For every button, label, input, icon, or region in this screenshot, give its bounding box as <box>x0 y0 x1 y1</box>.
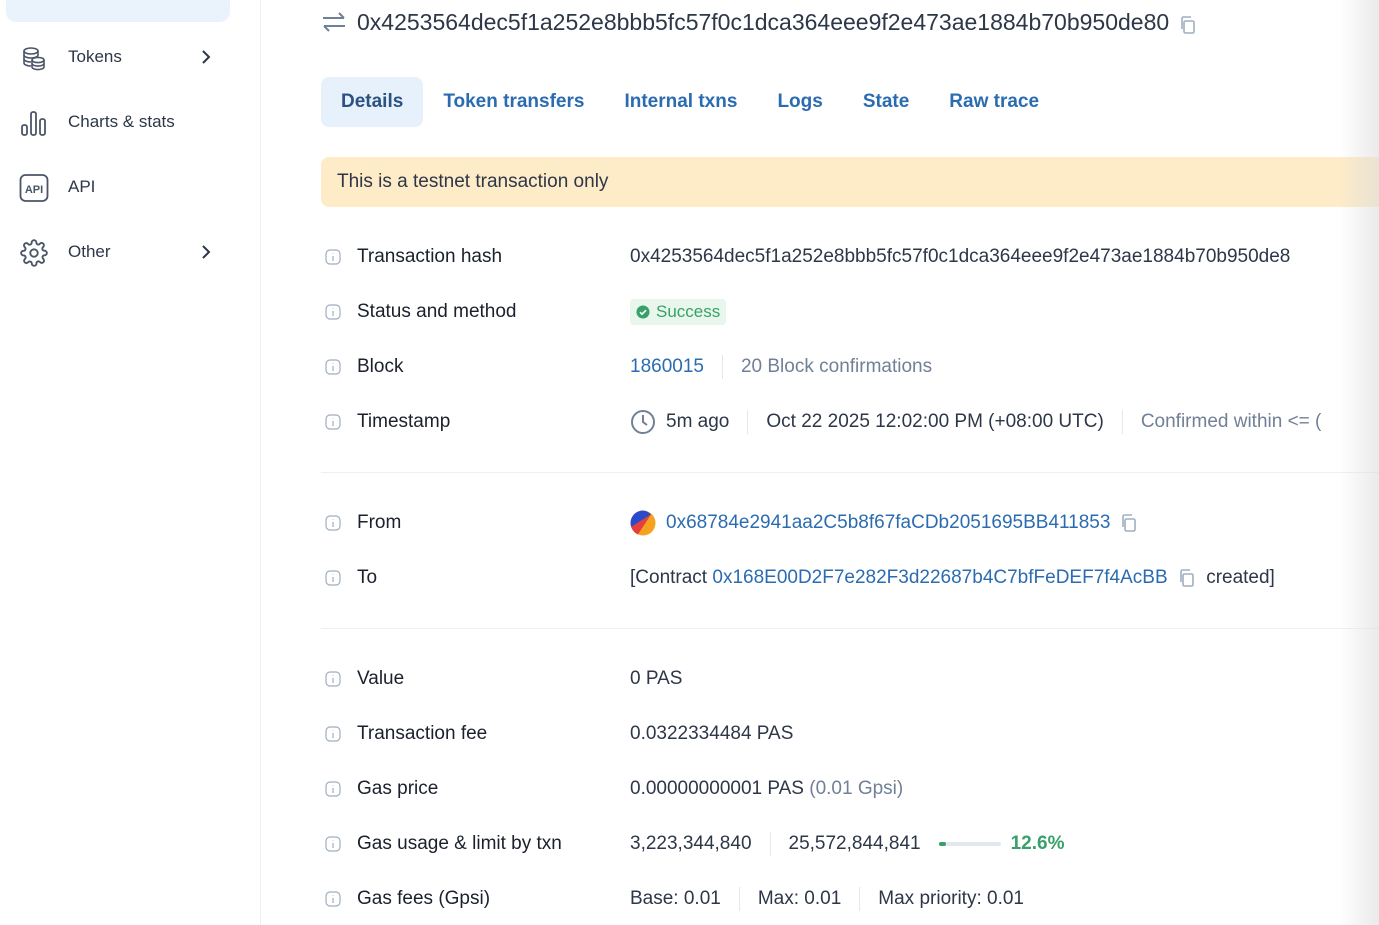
check-circle-icon <box>636 305 650 319</box>
info-icon[interactable] <box>325 359 341 375</box>
block-confirmations: 20 Block confirmations <box>740 356 933 377</box>
field-label: Gas usage & limit by txn <box>357 833 562 854</box>
info-icon[interactable] <box>325 891 341 907</box>
block-number-link[interactable]: 1860015 <box>630 356 704 378</box>
gas-price-amount: 0.00000000001 PAS <box>630 778 804 799</box>
field-label: From <box>357 512 402 533</box>
timestamp-ago: 5m ago <box>666 411 730 432</box>
info-icon[interactable] <box>325 515 341 531</box>
separator <box>1121 410 1123 434</box>
field-label: Value <box>357 668 405 689</box>
sidebar: Tokens Charts & stats API API Other <box>0 0 261 925</box>
separator <box>859 887 861 911</box>
sidebar-item-tokens[interactable]: Tokens <box>0 37 240 77</box>
chevron-right-icon <box>196 242 216 262</box>
gas-fees-wrap: Base: 0.01 Max: 0.01 Max priority: 0.01 <box>630 887 1024 911</box>
chevron-right-icon <box>196 47 216 67</box>
gas-base: Base: 0.01 <box>630 888 721 909</box>
info-icon[interactable] <box>325 414 341 430</box>
separator <box>769 832 771 856</box>
tab-bar: Details Token transfers Internal txns Lo… <box>321 77 1059 127</box>
copy-icon[interactable] <box>1120 514 1138 532</box>
gas-max-priority: Max priority: 0.01 <box>878 888 1025 909</box>
copy-icon[interactable] <box>1179 13 1197 34</box>
to-value-wrap: [Contract 0x168E00D2F7e282F3d22687b4C7bf… <box>630 567 1275 589</box>
gas-max: Max: 0.01 <box>757 888 842 909</box>
info-icon[interactable] <box>325 781 341 797</box>
sidebar-active-item[interactable] <box>6 0 230 22</box>
tab-state[interactable]: State <box>843 77 929 127</box>
timestamp-full: Oct 22 2025 12:02:00 PM (+08:00 UTC) <box>766 411 1104 432</box>
copy-icon[interactable] <box>1178 569 1196 587</box>
timestamp-confirmed: Confirmed within <= ( <box>1140 411 1322 432</box>
to-prefix: [Contract <box>630 567 708 588</box>
field-label: Gas fees (Gpsi) <box>357 888 491 909</box>
gas-usage-progress-fill <box>938 842 947 846</box>
sidebar-item-label: Other <box>68 242 111 261</box>
to-suffix: created] <box>1206 567 1275 588</box>
sidebar-item-other[interactable]: Other <box>0 232 240 272</box>
info-icon[interactable] <box>325 836 341 852</box>
tab-details[interactable]: Details <box>321 77 424 127</box>
status-text: Success <box>656 302 721 321</box>
gas-usage-wrap: 3,223,344,840 25,572,844,841 12.6% <box>630 832 1064 856</box>
field-label: Timestamp <box>357 411 451 432</box>
info-icon[interactable] <box>325 671 341 687</box>
field-label: Status and method <box>357 301 517 322</box>
gas-price-wrap: 0.00000000001 PAS (0.01 Gpsi) <box>630 778 903 800</box>
field-label: To <box>357 567 378 588</box>
separator <box>738 887 740 911</box>
from-value-wrap: 0x68784e2941aa2C5b8f67faCDb2051695BB4118… <box>630 510 1138 536</box>
sidebar-item-charts-stats[interactable]: Charts & stats <box>0 102 240 142</box>
gas-limit: 25,572,844,841 <box>788 833 921 854</box>
tab-logs[interactable]: Logs <box>757 77 842 127</box>
sidebar-item-api[interactable]: API API <box>0 167 240 207</box>
clock-icon <box>631 410 655 434</box>
info-icon[interactable] <box>325 249 341 265</box>
swap-arrows-icon <box>321 11 347 33</box>
sidebar-item-label: Tokens <box>68 47 122 66</box>
svg-text:API: API <box>25 184 43 196</box>
section-divider <box>321 472 1379 473</box>
scroll-shadow <box>1339 0 1379 925</box>
field-label: Transaction hash <box>357 246 503 267</box>
tab-token-transfers[interactable]: Token transfers <box>423 77 604 127</box>
status-value-wrap: Success <box>630 299 727 325</box>
field-label: Gas price <box>357 778 439 799</box>
separator <box>721 355 723 379</box>
info-icon[interactable] <box>325 570 341 586</box>
from-address-link[interactable]: 0x68784e2941aa2C5b8f67faCDb2051695BB4118… <box>666 512 1110 534</box>
address-avatar-icon <box>630 510 656 536</box>
to-contract-link[interactable]: 0x168E00D2F7e282F3d22687b4C7bfFeDEF7f4Ac… <box>712 567 1167 589</box>
gas-usage-progress <box>938 842 1001 846</box>
gear-icon <box>18 239 50 267</box>
gas-used: 3,223,344,840 <box>630 833 752 854</box>
info-icon[interactable] <box>325 726 341 742</box>
fee-amount: 0.0322334484 PAS <box>630 723 794 744</box>
block-value-wrap: 1860015 20 Block confirmations <box>630 355 932 379</box>
separator <box>747 410 749 434</box>
charts-icon <box>18 109 50 137</box>
value-amount: 0 PAS <box>630 668 683 689</box>
tx-hash-value: 0x4253564dec5f1a252e8bbb5fc57f0c1dca364e… <box>630 246 1291 267</box>
field-label: Block <box>357 356 404 377</box>
testnet-banner: This is a testnet transaction only <box>321 157 1379 207</box>
section-divider <box>321 628 1379 629</box>
info-icon[interactable] <box>325 304 341 320</box>
tx-hash-title: 0x4253564dec5f1a252e8bbb5fc57f0c1dca364e… <box>357 8 1170 35</box>
field-label: Transaction fee <box>357 723 488 744</box>
sidebar-item-label: Charts & stats <box>68 112 175 131</box>
sidebar-item-label: API <box>68 177 96 196</box>
api-icon: API <box>18 174 50 202</box>
status-badge: Success <box>630 299 727 325</box>
tokens-icon <box>18 44 50 72</box>
gas-usage-percent: 12.6% <box>1010 833 1065 854</box>
gas-price-gpsi: (0.01 Gpsi) <box>809 778 904 799</box>
main-content: 0x4253564dec5f1a252e8bbb5fc57f0c1dca364e… <box>261 0 1379 925</box>
tab-internal-txns[interactable]: Internal txns <box>604 77 757 127</box>
timestamp-value-wrap: 5m ago Oct 22 2025 12:02:00 PM (+08:00 U… <box>630 409 1321 435</box>
page-title: 0x4253564dec5f1a252e8bbb5fc57f0c1dca364e… <box>321 6 1197 38</box>
tab-raw-trace[interactable]: Raw trace <box>929 77 1059 127</box>
